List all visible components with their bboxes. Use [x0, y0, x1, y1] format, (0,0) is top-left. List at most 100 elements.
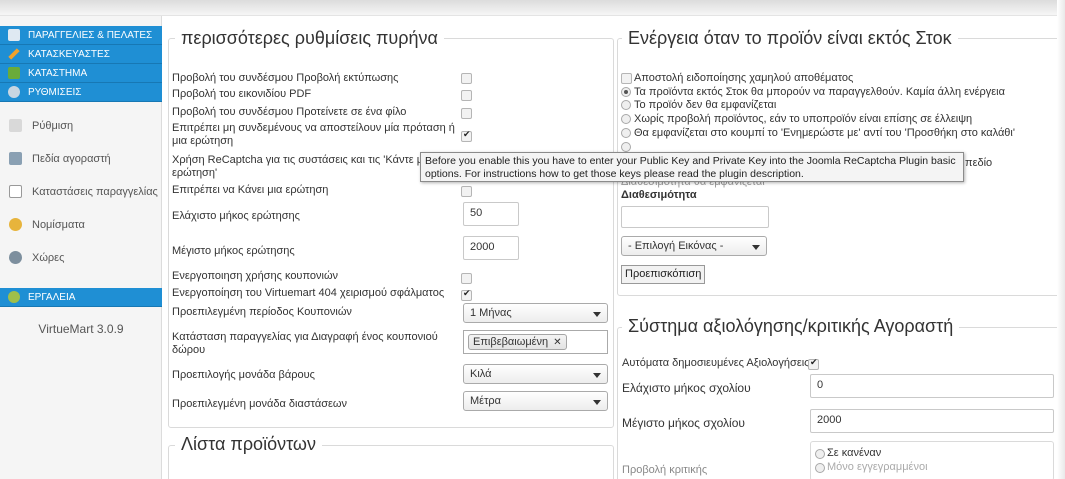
dimension-unit-value: Μέτρα [470, 395, 502, 407]
coupon-status-label: Κατάσταση παραγγελίας για Διαγραφή ένος … [172, 331, 438, 357]
sidebar-subitem-configuration[interactable]: Ρύθμιση [0, 109, 162, 142]
sidebar-item-orders-customers[interactable]: ΠΑΡΑΓΓΕΛΙΕΣ & ΠΕΛΑΤΕΣ [0, 26, 162, 45]
weight-unit-value: Κιλά [470, 368, 492, 380]
max-comment-length-input[interactable]: 2000 [810, 409, 1054, 433]
vm404-label: Ενεργοποίηση του Virtuemart 404 χειρισμο… [172, 287, 445, 299]
remove-tag-icon[interactable]: ✕ [553, 337, 561, 348]
sidebar-subitem-shopper-fields[interactable]: Πεδία αγοραστή [0, 142, 162, 175]
sidebar-item-label: ΠΑΡΑΓΓΕΛΙΕΣ & ΠΕΛΑΤΕΣ [28, 29, 153, 41]
min-comment-length-label: Ελάχιστο μήκος σχολίου [622, 381, 751, 395]
dimension-unit-label: Προεπιλεγμένη μονάδα διαστάσεων [172, 398, 347, 410]
shopper-fields-icon [9, 152, 22, 165]
min-question-length-label: Ελάχιστο μήκος ερώτησης [172, 210, 300, 222]
sidebar-subitem-label: Ρύθμιση [32, 119, 74, 132]
dimension-unit-select[interactable]: Μέτρα [463, 391, 608, 411]
allow-unregistered-label: Επιτρέπει μη συνδεμένους να αποστείλουν … [172, 122, 455, 148]
review-option-radio-none[interactable] [815, 449, 825, 459]
sidebar-subitem-order-statuses[interactable]: Καταστάσεις παραγγελίας [0, 175, 162, 208]
allow-unregistered-line1: Επιτρέπει μη συνδεμένους να αποστείλουν … [172, 122, 455, 134]
core-settings-title: περισσότερες ρυθμίσεις πυρήνα [175, 28, 444, 49]
coupon-period-label: Προεπιλεγμένη περίοδος Κουπονιών [172, 306, 352, 318]
coupon-status-line1: Κατάσταση παραγγελίας για Διαγραφή ένος … [172, 331, 438, 343]
max-question-length-input[interactable]: 2000 [463, 236, 519, 260]
recommend-link-checkbox[interactable] [461, 108, 472, 119]
globe-icon [9, 251, 22, 264]
print-link-label: Προβολή του συνδέσμου Προβολή εκτύπωσης [172, 72, 399, 84]
chevron-down-icon [752, 245, 760, 250]
availability-label: Διαθεσιμότητα [621, 189, 697, 201]
top-shadow-bar [0, 0, 1065, 16]
min-comment-length-input[interactable]: 0 [810, 374, 1054, 398]
sidebar-subitem-label: Πεδία αγοραστή [32, 152, 111, 165]
weight-unit-select[interactable]: Κιλά [463, 364, 608, 384]
coupon-period-value: 1 Μήνας [470, 307, 512, 319]
stock-option-label-4: Θα εμφανίζεται στο κουμπί το 'Ενημερώστε… [634, 127, 1015, 139]
max-question-length-label: Μέγιστο μήκος ερώτησης [172, 245, 295, 257]
max-comment-length-label: Μέγιστο μήκος σχολίου [622, 416, 745, 430]
chevron-down-icon [593, 400, 601, 405]
sidebar-item-shop[interactable]: ΚΑΤΑΣΤΗΜΑ [0, 64, 162, 83]
vm404-checkbox[interactable] [461, 288, 472, 301]
pdf-icon-label: Προβολή του εικονιδίου PDF [172, 88, 312, 100]
sidebar-item-tools[interactable]: ΕΡΓΑΛΕΙΑ [0, 288, 162, 307]
allow-question-checkbox[interactable] [461, 186, 472, 197]
preview-button[interactable]: Προεπισκόπιση [621, 265, 706, 284]
sidebar-subitem-currencies[interactable]: Νομίσματα [0, 208, 162, 241]
coupon-status-multiselect[interactable]: Επιβεβαιωμένη ✕ [463, 330, 608, 354]
review-option-label-registered: Μόνο εγγεγραμμένοι [827, 461, 928, 473]
out-of-stock-title: Ενέργεια όταν το προϊόν είναι εκτός Στοκ [622, 28, 958, 49]
sidebar-item-label: ΕΡΓΑΛΕΙΑ [28, 291, 76, 303]
recommend-link-label: Προβολή του συνδέσμου Προτείνετε σε ένα … [172, 106, 407, 118]
image-select-value: - Επιλογή Εικόνας - [628, 240, 724, 252]
stock-option-radio-4[interactable] [621, 128, 631, 138]
coupons-enable-checkbox[interactable] [461, 273, 472, 284]
stock-option-radio-5[interactable] [621, 142, 631, 152]
recaptcha-label: Χρήση ReCaptcha για τις συστάσεις και τι… [172, 154, 423, 180]
product-list-title: Λίστα προϊόντων [175, 434, 322, 455]
allow-question-label: Επιτρέπει να Κάνει μια ερώτηση [172, 184, 329, 196]
stock-option-label-2: Το προϊόν δεν θα εμφανίζεται [634, 99, 777, 111]
orders-icon [8, 29, 20, 41]
version-label: VirtueMart 3.0.9 [38, 322, 124, 336]
coupon-period-select[interactable]: 1 Μήνας [463, 303, 608, 323]
print-link-checkbox[interactable] [461, 73, 472, 84]
wrench-icon [8, 48, 20, 60]
configuration-icon [9, 119, 22, 132]
review-option-radio-registered[interactable] [815, 463, 825, 473]
coins-icon [9, 218, 22, 231]
stock-option-label-3: Χωρίς προβολή προϊόντος, εάν το υποπροϊό… [634, 113, 973, 125]
sidebar-item-manufacturers[interactable]: ΚΑΤΑΣΚΕΥΑΣΤΕΣ [0, 45, 162, 64]
tools-icon [8, 86, 20, 98]
recaptcha-tooltip: Before you enable this you have to enter… [420, 152, 964, 182]
shop-icon [8, 67, 20, 79]
sidebar-subitem-countries[interactable]: Χώρες [0, 241, 162, 274]
recaptcha-line1: Χρήση ReCaptcha για τις συστάσεις και τι… [172, 154, 424, 166]
pdf-icon-checkbox[interactable] [461, 90, 472, 101]
sidebar-item-label: ΚΑΤΑΣΤΗΜΑ [28, 67, 88, 79]
stock-option-radio-2[interactable] [621, 100, 631, 110]
sidebar-subitem-label: Καταστάσεις παραγγελίας [32, 185, 158, 198]
allow-unregistered-line2: μια ερώτηση [172, 135, 234, 147]
image-select[interactable]: - Επιλογή Εικόνας - [621, 236, 767, 256]
recaptcha-line2: ερώτηση' [172, 167, 218, 179]
low-stock-checkbox[interactable] [621, 73, 632, 84]
weight-unit-label: Προεπιλογής μονάδα βάρους [172, 369, 315, 381]
sidebar: ΠΑΡΑΓΓΕΛΙΕΣ & ΠΕΛΑΤΕΣ ΚΑΤΑΣΚΕΥΑΣΤΕΣ ΚΑΤΑ… [0, 16, 162, 479]
review-option-label-none: Σε κανέναν [827, 447, 882, 459]
min-question-length-input[interactable]: 50 [463, 202, 519, 226]
chevron-down-icon [593, 373, 601, 378]
stock-option-radio-3[interactable] [621, 114, 631, 124]
allow-unregistered-checkbox[interactable] [461, 129, 472, 142]
sidebar-item-settings[interactable]: ΡΥΘΜΙΣΕΙΣ [0, 83, 162, 102]
auto-publish-checkbox[interactable] [808, 357, 819, 370]
right-edge-shadow [1057, 0, 1065, 479]
coupons-enable-label: Ενεργοποιηση χρήσης κουπονιών [172, 270, 339, 282]
sidebar-item-label: ΡΥΘΜΙΣΕΙΣ [28, 86, 82, 98]
show-review-label: Προβολή κριτικής [622, 464, 708, 476]
stock-option-partial-tail: πεδίο [965, 157, 993, 169]
sidebar-subitem-label: Χώρες [32, 251, 65, 264]
stock-option-radio-1[interactable] [621, 87, 631, 97]
gear-icon [8, 291, 20, 303]
availability-input[interactable] [621, 206, 769, 228]
coupon-status-tag[interactable]: Επιβεβαιωμένη ✕ [468, 334, 567, 350]
